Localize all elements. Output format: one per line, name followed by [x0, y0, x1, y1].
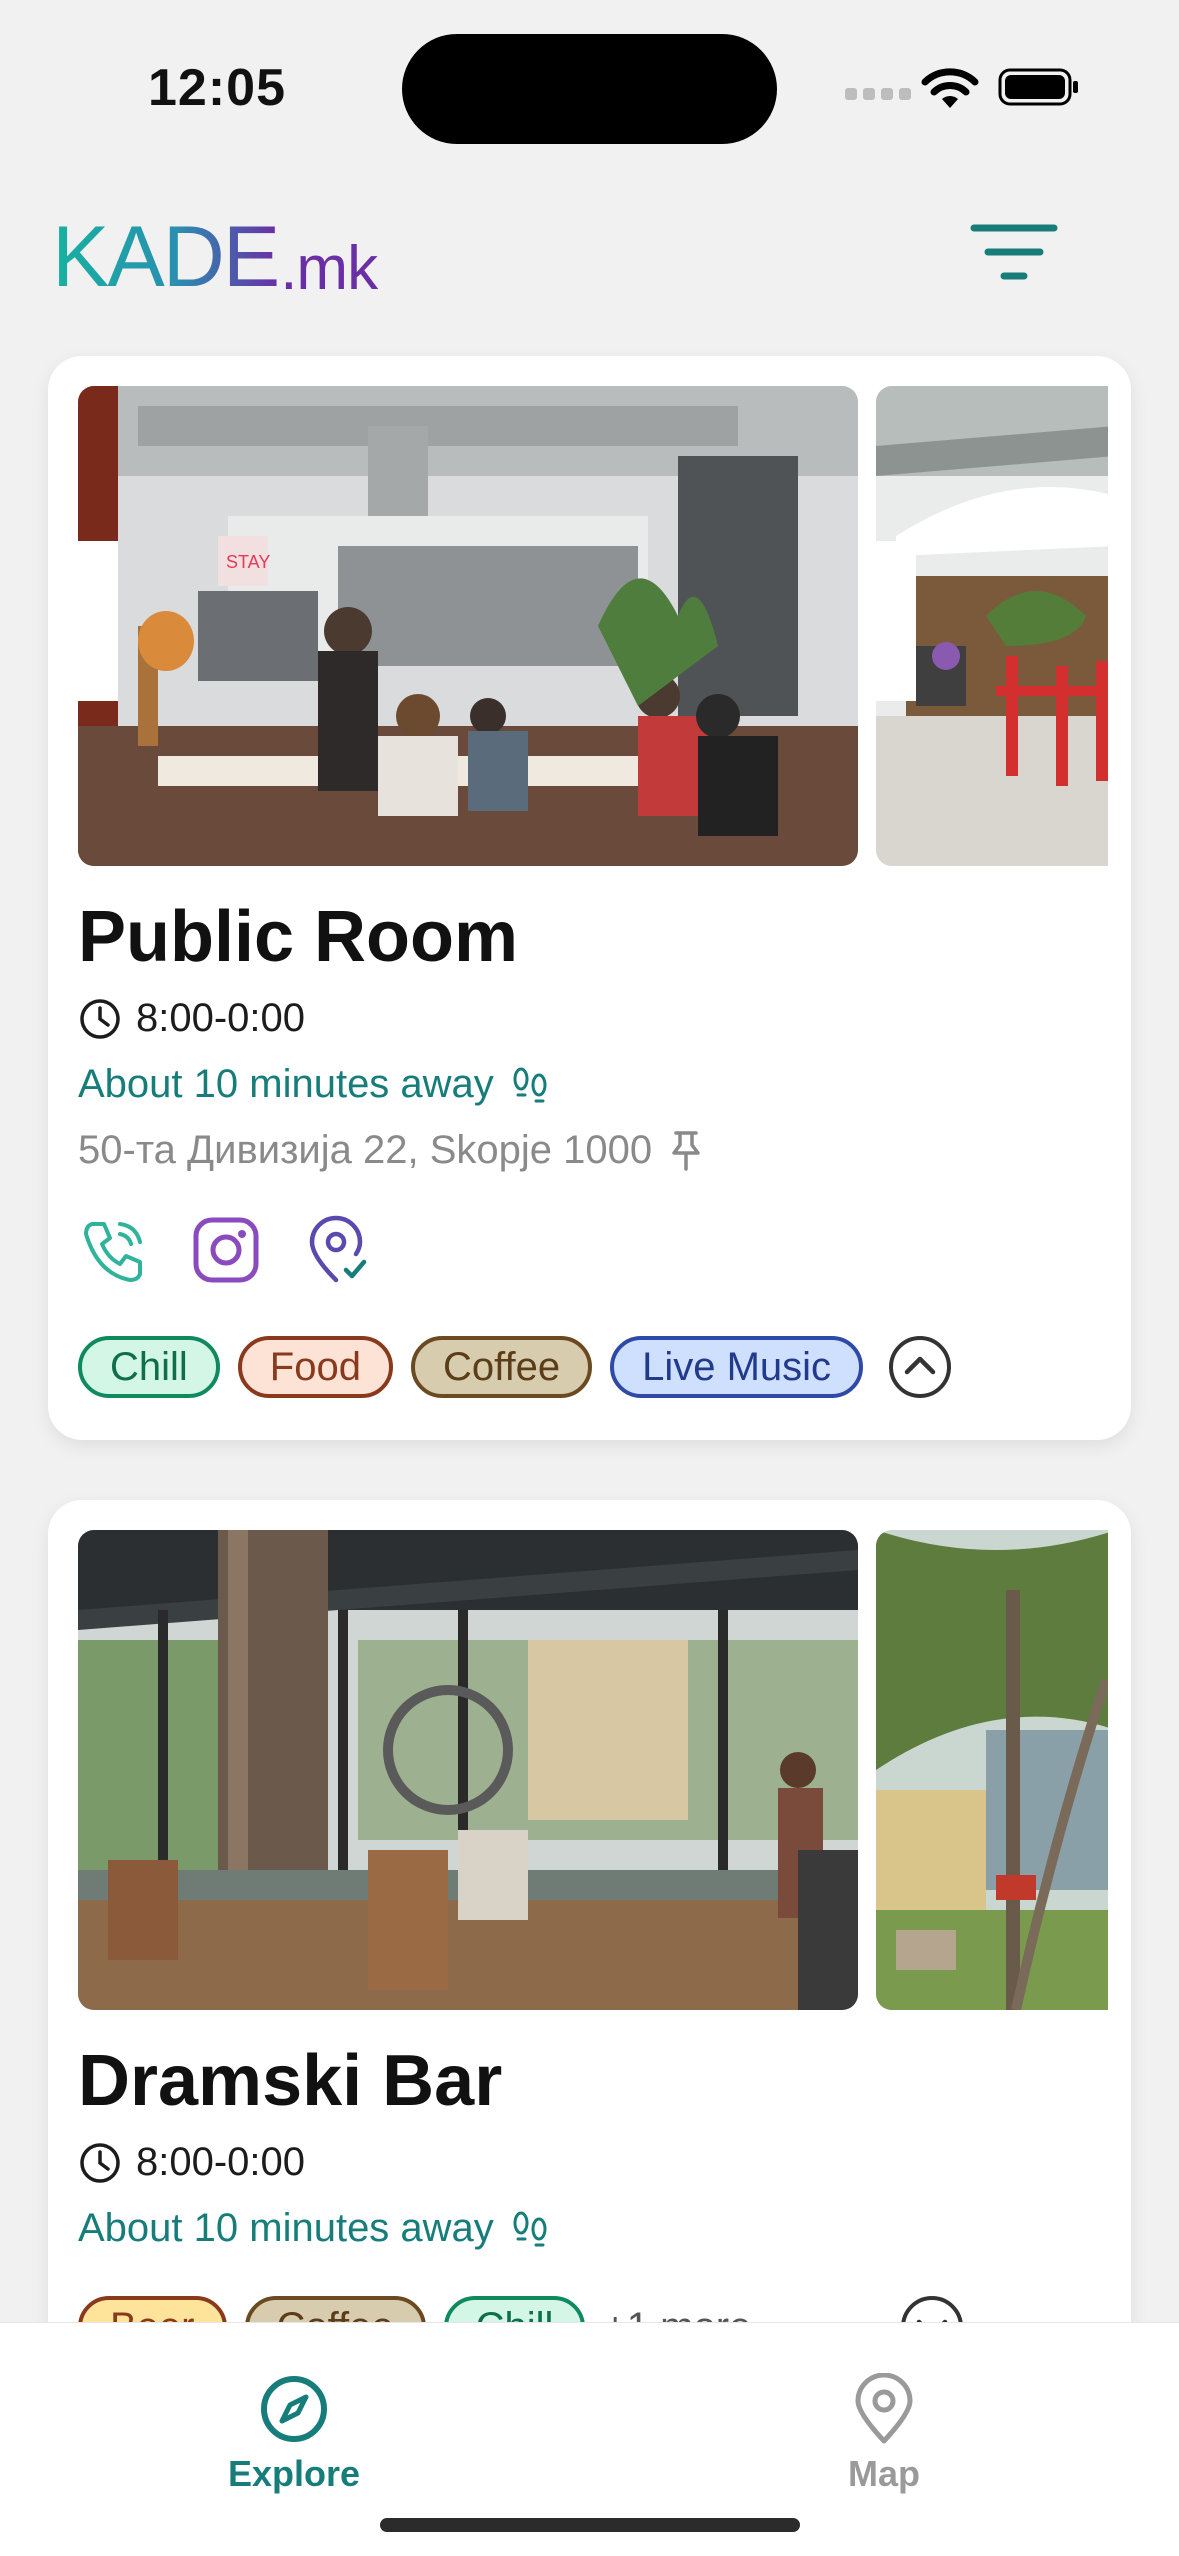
cellular-signal-icon [845, 88, 911, 100]
location-pin-icon [855, 2373, 913, 2444]
venue-card-public-room[interactable]: STAY Public Room 8:00-0:00 About 10 minu… [48, 356, 1131, 1440]
logo-suffix-text: .mk [280, 234, 378, 303]
tag-food[interactable]: Food [237, 1336, 393, 1398]
wifi-icon [921, 68, 979, 108]
clock-icon [80, 998, 120, 1039]
address-text: 50-та Дивизија 22, Skopje 1000 [78, 1128, 653, 1172]
distance-text: About 10 minutes away [78, 1062, 494, 1106]
status-time: 12:05 [148, 59, 286, 117]
svg-text:STAY: STAY [226, 552, 270, 572]
tag-chill[interactable]: Chill [78, 1336, 220, 1398]
tab-map[interactable]: Map [764, 2373, 1004, 2495]
gallery-next-indicator [876, 541, 916, 701]
dynamic-island [402, 34, 777, 144]
walking-distance: About 10 minutes away [78, 1062, 552, 1107]
footprints-icon [513, 1067, 547, 1102]
footprints-icon [513, 2211, 547, 2246]
venue-name: Public Room [78, 897, 519, 977]
photo-gallery[interactable] [78, 1530, 1108, 2010]
opening-hours: 8:00-0:00 [78, 996, 305, 1041]
status-bar: 12:05 [0, 0, 1179, 175]
tag-coffee[interactable]: Coffee [410, 1336, 593, 1398]
hours-text: 8:00-0:00 [136, 996, 306, 1040]
home-indicator [380, 2518, 800, 2532]
phone-icon[interactable] [78, 1214, 150, 1286]
tab-label: Explore [227, 2453, 361, 2494]
tag-live-music[interactable]: Live Music [610, 1336, 864, 1398]
opening-hours: 8:00-0:00 [78, 2140, 305, 2185]
battery-icon [998, 68, 1078, 106]
photo-gallery[interactable]: STAY [78, 386, 1108, 866]
map-pin-check-icon[interactable] [302, 1214, 374, 1286]
venue-name: Dramski Bar [78, 2041, 503, 2121]
chevron-up-icon[interactable] [887, 1334, 953, 1400]
tab-explore[interactable]: Explore [174, 2373, 414, 2495]
pin-icon [672, 1130, 700, 1171]
instagram-icon[interactable] [190, 1214, 262, 1286]
hours-text: 8:00-0:00 [136, 2140, 306, 2184]
gallery-prev-indicator [78, 541, 118, 701]
app-logo: KADE .mk [52, 209, 378, 305]
venue-photo[interactable]: STAY [78, 386, 858, 866]
tab-label: Map [848, 2453, 920, 2494]
filter-icon[interactable] [966, 218, 1062, 286]
tag-list: Chill Food Coffee Live Music [78, 1334, 953, 1400]
compass-icon [261, 2376, 327, 2442]
venue-address[interactable]: 50-та Дивизија 22, Skopje 1000 [78, 1128, 706, 1173]
walking-distance: About 10 minutes away [78, 2206, 552, 2251]
venue-photo[interactable] [876, 1530, 1108, 2010]
logo-main-text: KADE [52, 209, 280, 305]
distance-text: About 10 minutes away [78, 2206, 494, 2250]
venue-photo[interactable] [78, 1530, 858, 2010]
clock-icon [80, 2142, 120, 2183]
social-links [78, 1214, 374, 1286]
